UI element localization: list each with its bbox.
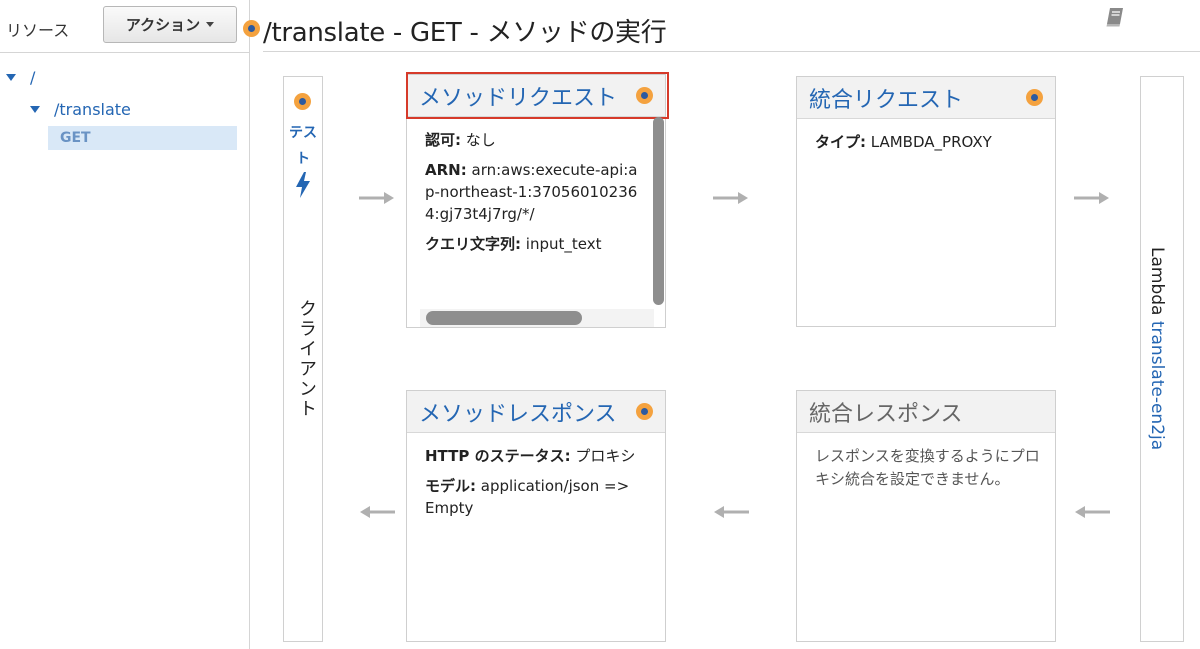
- auth-row: 認可: なし: [425, 129, 647, 151]
- model-label: モデル:: [425, 477, 476, 495]
- integration-request-box: 統合リクエスト タイプ: LAMBDA_PROXY: [796, 76, 1056, 327]
- caret-down-icon: [206, 22, 215, 27]
- resource-sidebar: リソース アクション / /translate GET: [0, 0, 250, 649]
- arrow-right-icon: [1074, 192, 1109, 204]
- type-label: タイプ:: [815, 133, 866, 151]
- integration-response-message: レスポンスを変換するようにプロキシ統合を設定できません。: [815, 447, 1040, 488]
- method-response-body: HTTP のステータス: プロキシ モデル: application/json …: [407, 433, 652, 519]
- integration-response-title: 統合レスポンス: [809, 401, 963, 427]
- integration-response-box: 統合レスポンス レスポンスを変換するようにプロキシ統合を設定できません。: [796, 390, 1056, 642]
- status-label: HTTP のステータス:: [425, 447, 571, 465]
- lightning-bolt-icon[interactable]: [293, 171, 313, 199]
- auth-value: なし: [465, 131, 496, 149]
- integration-request-status-icon: [1026, 89, 1043, 106]
- arrow-right-icon: [359, 192, 394, 204]
- lambda-label: Lambda translate-en2ja: [1147, 247, 1167, 450]
- expand-caret-icon[interactable]: [6, 74, 16, 81]
- method-response-box: メソッドレスポンス HTTP のステータス: プロキシ モデル: applica…: [406, 390, 666, 642]
- arrow-right-icon: [713, 192, 748, 204]
- method-request-highlight: [406, 72, 669, 119]
- test-status-icon: [294, 93, 311, 110]
- method-response-title[interactable]: メソッドレスポンス: [419, 396, 617, 428]
- header-divider: [263, 51, 1200, 52]
- vertical-scrollbar[interactable]: [653, 117, 664, 305]
- method-request-body: 認可: なし ARN: arn:aws:execute-api:ap-north…: [407, 117, 647, 255]
- query-label: クエリ文字列:: [425, 235, 521, 253]
- method-response-status-icon: [636, 403, 653, 420]
- sidebar-divider: [0, 52, 249, 53]
- integration-response-body: レスポンスを変換するようにプロキシ統合を設定できません。: [797, 433, 1042, 491]
- arn-row: ARN: arn:aws:execute-api:ap-northeast-1:…: [425, 159, 647, 225]
- type-value: LAMBDA_PROXY: [870, 133, 992, 151]
- tree-node-root-label: /: [30, 68, 36, 87]
- query-value: input_text: [525, 235, 602, 253]
- arrow-left-icon: [360, 506, 395, 518]
- integration-request-title[interactable]: 統合リクエスト: [809, 82, 963, 114]
- type-row: タイプ: LAMBDA_PROXY: [815, 131, 1055, 153]
- integration-response-header: 統合レスポンス: [797, 391, 1055, 433]
- tree-node-translate[interactable]: /translate: [30, 100, 131, 119]
- tree-node-root[interactable]: /: [6, 68, 35, 87]
- auth-label: 認可:: [425, 131, 461, 149]
- tree-node-get-method[interactable]: GET: [48, 126, 237, 150]
- test-link[interactable]: テスト: [288, 120, 318, 172]
- page-title: /translate - GET - メソッドの実行: [263, 18, 667, 48]
- arrow-left-icon: [1075, 506, 1110, 518]
- method-response-header[interactable]: メソッドレスポンス: [407, 391, 665, 433]
- lambda-function-link[interactable]: translate-en2ja: [1147, 321, 1167, 450]
- lambda-panel: Lambda translate-en2ja: [1140, 76, 1184, 642]
- resources-label: リソース: [6, 21, 70, 40]
- expand-caret-icon[interactable]: [30, 106, 40, 113]
- actions-label: アクション: [125, 16, 201, 34]
- status-row: HTTP のステータス: プロキシ: [425, 445, 652, 467]
- query-row: クエリ文字列: input_text: [425, 233, 647, 255]
- lambda-prefix: Lambda: [1147, 247, 1167, 316]
- arn-label: ARN:: [425, 161, 467, 179]
- model-row: モデル: application/json => Empty: [425, 475, 652, 519]
- client-panel: テスト クライアント: [283, 76, 323, 642]
- horizontal-scrollbar[interactable]: [426, 311, 582, 325]
- client-label: クライアント: [296, 299, 317, 419]
- integration-request-header[interactable]: 統合リクエスト: [797, 77, 1055, 119]
- method-status-icon: [243, 20, 260, 37]
- actions-dropdown-button[interactable]: アクション: [103, 6, 237, 43]
- integration-request-body: タイプ: LAMBDA_PROXY: [797, 119, 1055, 153]
- arrow-left-icon: [714, 506, 749, 518]
- tree-node-translate-label: /translate: [54, 100, 131, 119]
- book-icon[interactable]: [1103, 5, 1127, 29]
- status-value: プロキシ: [575, 447, 636, 465]
